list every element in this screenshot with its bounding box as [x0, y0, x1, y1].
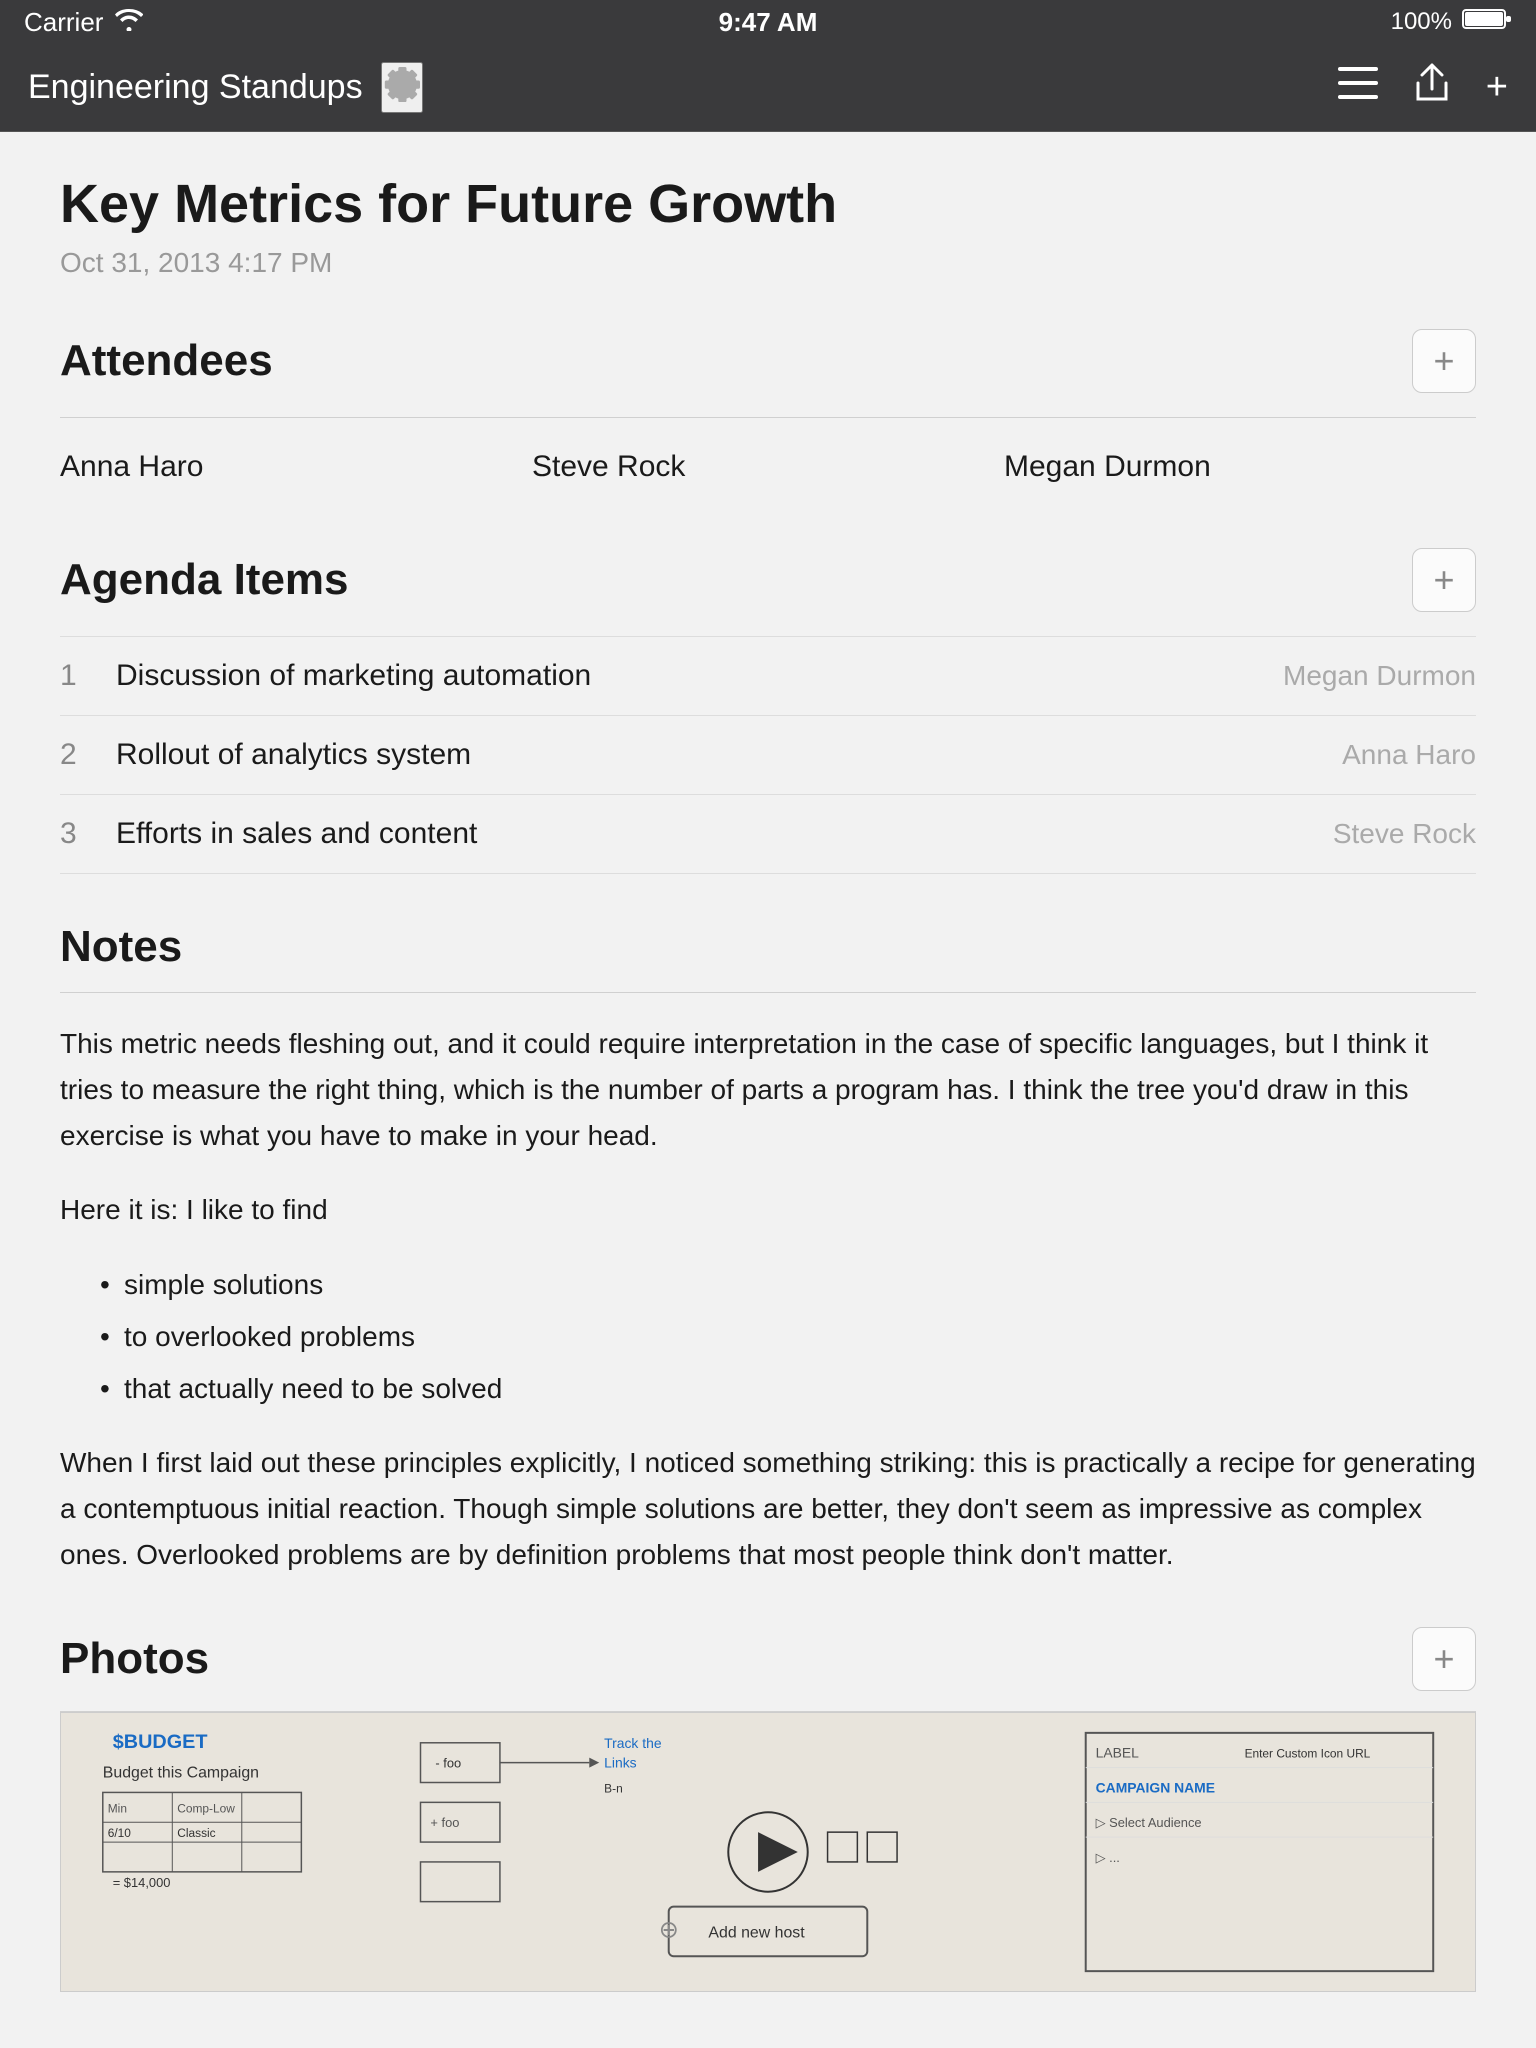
attendees-section: Attendees + Anna Haro Steve Rock Megan D…	[60, 329, 1476, 508]
attendees-title: Attendees	[60, 336, 273, 386]
notes-bullet-list: simple solutions to overlooked problems …	[100, 1262, 1476, 1413]
agenda-text-3: Efforts in sales and content	[116, 817, 477, 851]
agenda-item-3[interactable]: 3 Efforts in sales and content Steve Roc…	[60, 795, 1476, 874]
attendees-header: Attendees +	[60, 329, 1476, 393]
hamburger-button[interactable]	[1338, 66, 1378, 109]
notes-para2-intro: Here it is: I like to find	[60, 1194, 328, 1225]
agenda-item-2-left: 2 Rollout of analytics system	[60, 738, 471, 772]
status-bar-left: Carrier	[24, 7, 143, 38]
agenda-num-2: 2	[60, 738, 96, 772]
agenda-list: 1 Discussion of marketing automation Meg…	[60, 636, 1476, 874]
attendees-list: Anna Haro Steve Rock Megan Durmon	[60, 434, 1476, 508]
agenda-item-1-left: 1 Discussion of marketing automation	[60, 659, 591, 693]
agenda-text-1: Discussion of marketing automation	[116, 659, 591, 693]
add-attendee-button[interactable]: +	[1412, 329, 1476, 393]
notes-title: Notes	[60, 922, 1476, 972]
settings-button[interactable]	[381, 62, 423, 113]
photos-title: Photos	[60, 1634, 209, 1684]
agenda-num-1: 1	[60, 659, 96, 693]
agenda-owner-1: Megan Durmon	[1283, 660, 1476, 692]
svg-text:6/10: 6/10	[108, 1826, 132, 1840]
add-photo-button[interactable]: +	[1412, 1627, 1476, 1691]
attendee-1: Anna Haro	[60, 450, 532, 484]
notes-section: Notes This metric needs fleshing out, an…	[60, 922, 1476, 1579]
wifi-icon	[115, 7, 143, 38]
share-button[interactable]	[1414, 61, 1450, 115]
notes-paragraph-2: Here it is: I like to find	[60, 1187, 1476, 1233]
svg-text:Links: Links	[604, 1754, 636, 1770]
svg-text:$BUDGET: $BUDGET	[113, 1730, 208, 1752]
carrier-label: Carrier	[24, 7, 103, 38]
meeting-title-section: Key Metrics for Future Growth Oct 31, 20…	[60, 172, 1476, 279]
svg-text:+ foo: + foo	[430, 1815, 459, 1830]
notes-divider	[60, 992, 1476, 993]
bullet-3: that actually need to be solved	[100, 1366, 1476, 1412]
meeting-datetime: Oct 31, 2013 4:17 PM	[60, 247, 1476, 279]
notes-body: This metric needs fleshing out, and it c…	[60, 1021, 1476, 1579]
agenda-item-1[interactable]: 1 Discussion of marketing automation Meg…	[60, 636, 1476, 716]
agenda-owner-3: Steve Rock	[1333, 818, 1476, 850]
nav-right: +	[1338, 61, 1508, 115]
svg-text:Add new host: Add new host	[708, 1924, 805, 1941]
status-bar: Carrier 9:47 AM 100%	[0, 0, 1536, 44]
svg-text:Classic: Classic	[177, 1826, 215, 1840]
agenda-section: Agenda Items + 1 Discussion of marketing…	[60, 548, 1476, 874]
battery-percent: 100%	[1391, 8, 1452, 36]
photos-section: Photos + $BUDGET Budget this Campaign Mi…	[60, 1627, 1476, 1992]
whiteboard-photo: $BUDGET Budget this Campaign Min Comp-Lo…	[60, 1712, 1476, 1992]
notes-paragraph-3: When I first laid out these principles e…	[60, 1440, 1476, 1579]
content-area: Key Metrics for Future Growth Oct 31, 20…	[0, 132, 1536, 2048]
nav-left: Engineering Standups	[28, 62, 423, 113]
svg-text:= $14,000: = $14,000	[113, 1874, 171, 1889]
agenda-item-2[interactable]: 2 Rollout of analytics system Anna Haro	[60, 716, 1476, 795]
svg-text:▷ ...: ▷ ...	[1096, 1850, 1120, 1865]
battery-icon	[1462, 7, 1512, 38]
agenda-item-3-left: 3 Efforts in sales and content	[60, 817, 477, 851]
svg-text:B-n: B-n	[604, 1781, 623, 1795]
agenda-text-2: Rollout of analytics system	[116, 738, 471, 772]
meeting-title: Key Metrics for Future Growth	[60, 172, 1476, 237]
nav-bar: Engineering Standups +	[0, 44, 1536, 132]
agenda-owner-2: Anna Haro	[1342, 739, 1476, 771]
svg-text:Min: Min	[108, 1801, 127, 1815]
attendee-2: Steve Rock	[532, 450, 1004, 484]
add-agenda-button[interactable]: +	[1412, 548, 1476, 612]
svg-text:⊕: ⊕	[659, 1916, 679, 1943]
status-time: 9:47 AM	[719, 7, 818, 38]
attendee-3: Megan Durmon	[1004, 450, 1476, 484]
bullet-1: simple solutions	[100, 1262, 1476, 1308]
svg-text:▷ Select Audience: ▷ Select Audience	[1096, 1815, 1202, 1830]
attendees-divider	[60, 417, 1476, 418]
svg-text:Track the: Track the	[604, 1734, 662, 1750]
svg-text:Comp-Low: Comp-Low	[177, 1801, 235, 1815]
svg-text:LABEL: LABEL	[1096, 1744, 1140, 1760]
bullet-2: to overlooked problems	[100, 1314, 1476, 1360]
status-bar-right: 100%	[1391, 7, 1512, 38]
add-button[interactable]: +	[1486, 66, 1508, 109]
svg-text:Enter Custom Icon URL: Enter Custom Icon URL	[1245, 1746, 1371, 1760]
nav-title: Engineering Standups	[28, 68, 363, 107]
agenda-num-3: 3	[60, 817, 96, 851]
photos-header: Photos +	[60, 1627, 1476, 1691]
notes-paragraph-1: This metric needs fleshing out, and it c…	[60, 1021, 1476, 1160]
svg-text:CAMPAIGN NAME: CAMPAIGN NAME	[1096, 1779, 1215, 1795]
svg-text:Budget this Campaign: Budget this Campaign	[103, 1764, 259, 1781]
agenda-header: Agenda Items +	[60, 548, 1476, 612]
svg-text:- foo: - foo	[435, 1755, 461, 1770]
agenda-title: Agenda Items	[60, 555, 349, 605]
